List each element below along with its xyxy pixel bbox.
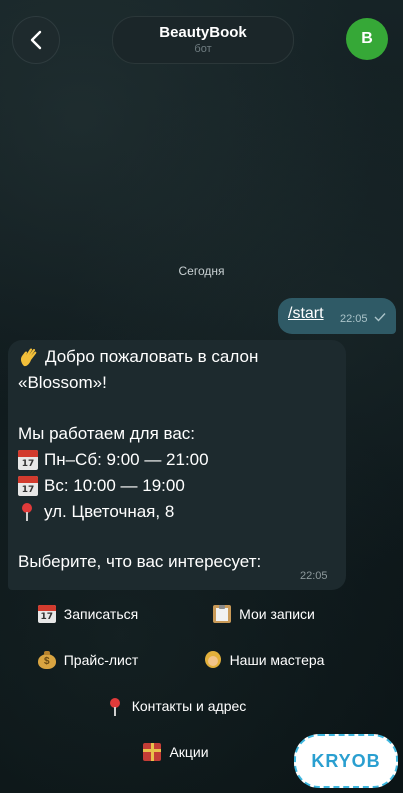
date-separator: Сегодня <box>178 264 225 278</box>
masters-button[interactable]: Наши мастера <box>184 642 344 678</box>
calendar-icon <box>18 476 38 496</box>
chevron-left-icon <box>30 30 42 50</box>
command-link[interactable]: /start <box>288 305 324 323</box>
contacts-button[interactable]: Контакты и адрес <box>8 688 344 724</box>
calendar-icon <box>37 605 56 623</box>
avatar-letter: B <box>361 30 373 47</box>
hours-heading: Мы работаем для вас: <box>18 424 196 443</box>
my-bookings-button-label: Мои записи <box>239 606 315 622</box>
watermark-logo: KRYOB <box>294 734 398 788</box>
my-bookings-button[interactable]: Мои записи <box>184 596 344 632</box>
chat-title[interactable]: BeautyBook бот <box>112 16 294 64</box>
price-list-button[interactable]: Прайс-лист <box>8 642 168 678</box>
message-line: ул. Цветочная, 8 <box>18 502 174 522</box>
message-line: Пн–Сб: 9:00 — 21:00 <box>18 450 209 470</box>
watermark-text: KRYOB <box>311 750 381 771</box>
promos-button-label: Акции <box>169 744 209 760</box>
woman-icon <box>204 651 222 669</box>
outgoing-message[interactable]: /start 22:05 <box>278 298 396 334</box>
salon-name-text: «Blossom»! <box>18 373 107 392</box>
incoming-message[interactable]: Добро пожаловать в салон «Blossom»! Мы р… <box>8 340 346 590</box>
contacts-button-label: Контакты и адрес <box>131 698 247 714</box>
check-icon <box>374 313 386 322</box>
prompt-text: Выберите, что вас интересует: <box>18 552 262 571</box>
waving-hand-icon <box>20 348 37 367</box>
sunday-hours: Вс: 10:00 — 19:00 <box>44 476 185 495</box>
avatar[interactable]: B <box>346 18 388 60</box>
message-line: Вс: 10:00 — 19:00 <box>18 476 185 496</box>
masters-button-label: Наши мастера <box>229 652 325 668</box>
welcome-text: Добро пожаловать в салон <box>45 347 259 366</box>
pin-icon <box>18 502 38 522</box>
message-line: Добро пожаловать в салон <box>18 346 258 368</box>
bot-label: бот <box>194 43 212 55</box>
message-line: «Blossom»! <box>18 373 107 393</box>
address-text: ул. Цветочная, 8 <box>44 502 175 521</box>
book-button[interactable]: Записаться <box>8 596 168 632</box>
message-line: Мы работаем для вас: <box>18 424 195 444</box>
message-time: 22:05 <box>300 570 328 582</box>
price-list-button-label: Прайс-лист <box>63 652 139 668</box>
calendar-icon <box>18 450 38 470</box>
gift-icon <box>143 743 162 761</box>
book-button-label: Записаться <box>63 606 139 622</box>
message-time: 22:05 <box>340 313 368 325</box>
money-bag-icon <box>37 651 56 669</box>
bot-name: BeautyBook <box>159 24 247 41</box>
pin-icon <box>106 697 124 716</box>
weekday-hours: Пн–Сб: 9:00 — 21:00 <box>44 450 209 469</box>
message-line: Выберите, что вас интересует: <box>18 552 261 572</box>
clipboard-icon <box>213 605 232 623</box>
back-button[interactable] <box>12 16 60 64</box>
